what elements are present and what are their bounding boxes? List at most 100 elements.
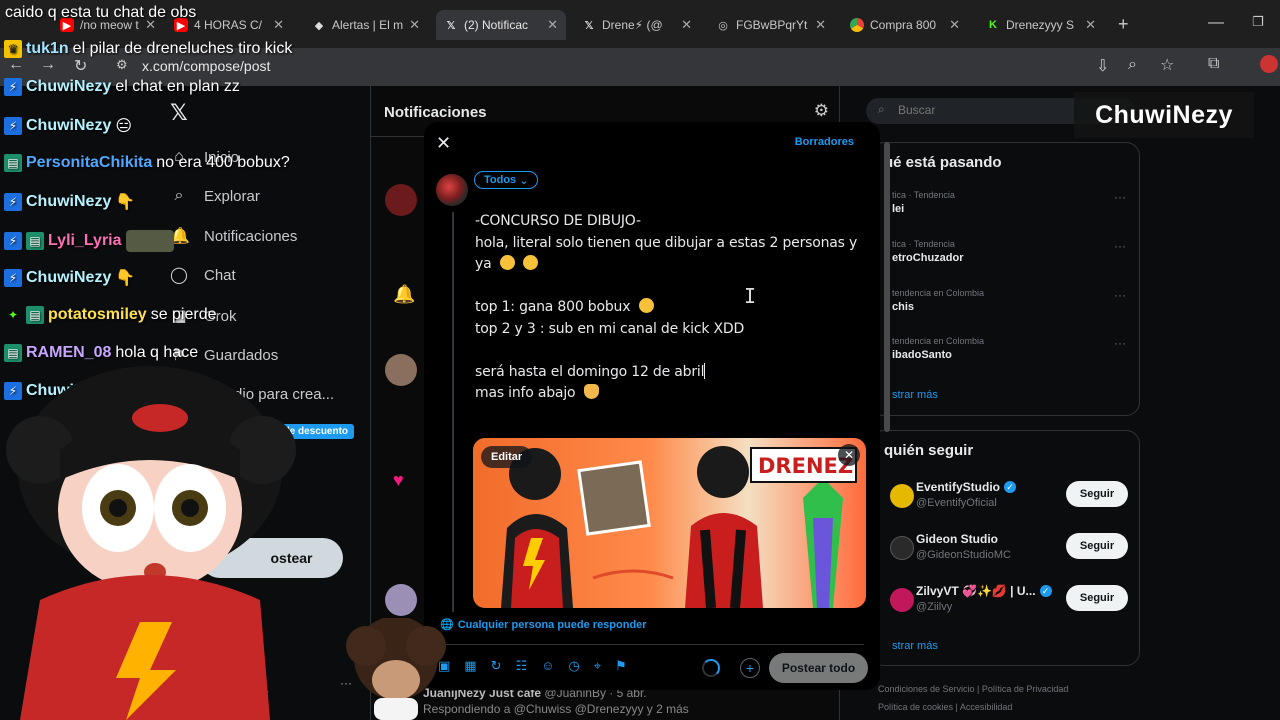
remove-media-icon[interactable]: ✕: [838, 444, 860, 466]
follow-button[interactable]: Seguir: [1066, 533, 1128, 559]
close-icon[interactable]: ✕: [1085, 17, 1096, 33]
follow-button[interactable]: Seguir: [1066, 585, 1128, 611]
chat-message: ▤ PersonitaChikita no era 400 bobux?: [4, 154, 290, 172]
drafts-button[interactable]: Borradores: [795, 136, 854, 148]
browser-tab[interactable]: 𝕏 Drene⚡ (@ ✕: [574, 10, 700, 40]
search-icon: ⌕: [878, 102, 885, 116]
close-icon[interactable]: ✕: [949, 17, 960, 33]
mod-badge-icon: ▤: [4, 154, 22, 172]
close-icon[interactable]: ✕: [547, 17, 558, 33]
post-textarea[interactable]: -CONCURSO DE DIBUJO- hola, literal solo …: [475, 211, 867, 405]
chat-top-message: caido q esta tu chat de obs: [5, 4, 197, 21]
location-icon[interactable]: ⌖: [594, 658, 601, 674]
avatar[interactable]: [890, 484, 914, 508]
more-icon[interactable]: ···: [1114, 190, 1126, 204]
follow-button[interactable]: Seguir: [1066, 481, 1128, 507]
chat-text: el chat en plan zz: [115, 78, 240, 95]
streamer-name-label: ChuwiNezy: [1074, 92, 1254, 138]
browser-tab-active[interactable]: 𝕏 (2) Notificac ✕: [436, 10, 566, 40]
post-line-text: top 1: gana 800 bobux: [475, 299, 631, 315]
maximize-icon[interactable]: ❐: [1252, 14, 1264, 30]
trend-item[interactable]: tica · Tendencia lei: [892, 190, 955, 215]
post-all-button[interactable]: Postear todo: [769, 653, 868, 683]
more-icon[interactable]: ···: [1114, 336, 1126, 350]
kick-icon: K: [989, 19, 997, 31]
show-more-link[interactable]: strar más: [892, 640, 938, 652]
post-line-text: será hasta el domingo 12 de abril: [475, 363, 705, 380]
poll-icon[interactable]: ☷: [516, 658, 528, 674]
minimize-icon[interactable]: —: [1208, 14, 1224, 32]
tweet-reply-context: Respondiendo a @Chuwiss @Drenezyyy y 2 m…: [423, 702, 689, 716]
trend-meta: tica · Tendencia: [892, 239, 955, 249]
kick-badge-icon: ⚡: [4, 269, 22, 287]
gif-icon[interactable]: ▦: [464, 658, 476, 674]
footer-links[interactable]: Condiciones de Servicio | Política de Pr…: [878, 684, 1068, 694]
extensions-icon[interactable]: ⧉: [1208, 55, 1219, 73]
browser-tab[interactable]: K Drenezyyy S ✕: [978, 10, 1104, 40]
add-post-button[interactable]: +: [740, 658, 760, 678]
kick-badge-icon: ⚡: [4, 78, 22, 96]
footer-links[interactable]: Política de cookies | Accesibilidad: [878, 702, 1012, 712]
browser-tab[interactable]: Compra 800 ✕: [842, 10, 968, 40]
thread-line: [452, 212, 454, 612]
chat-message: ⚡ ChuwiNezy 👇: [4, 192, 135, 212]
zoom-icon[interactable]: ⌕: [1128, 56, 1137, 74]
user-name: EventifyStudio: [916, 480, 1001, 494]
avatar[interactable]: [890, 588, 914, 612]
kick-badge-icon: ⚡: [4, 117, 22, 135]
search-placeholder: Buscar: [898, 103, 936, 117]
more-icon[interactable]: ···: [1114, 288, 1126, 302]
audience-label: Todos: [484, 174, 517, 186]
trend-meta: tendencia en Colombia: [892, 336, 985, 346]
post-line: mas info abajo: [475, 383, 867, 405]
composer-toolbar: ▣ ▦ ↻ ☷ ☺ ◷ ⌖ ⚑: [438, 658, 627, 674]
follow-suggestion[interactable]: ZilvyVT 💞✨💋 | U... ✓ @Ziilvy: [916, 584, 1052, 613]
audience-selector[interactable]: Todos ⌄: [474, 171, 539, 189]
grok-icon[interactable]: ↻: [491, 658, 502, 674]
close-icon[interactable]: ✕: [815, 17, 826, 33]
install-app-icon[interactable]: ⇩: [1096, 56, 1109, 76]
tab-label: Compra 800: [870, 18, 937, 32]
scrollbar[interactable]: [884, 142, 890, 432]
trend-item[interactable]: tendencia en Colombia ibadoSanto: [892, 336, 984, 361]
schedule-icon[interactable]: ◷: [568, 658, 579, 674]
user-handle: @GideonStudioMC: [916, 549, 1011, 561]
profile-avatar[interactable]: [1260, 55, 1278, 73]
point-down-emoji-icon: [583, 384, 599, 399]
reply-setting-label: Cualquier persona puede responder: [457, 618, 647, 631]
trend-item[interactable]: tendencia en Colombia chis: [892, 288, 984, 313]
browser-tab[interactable]: ◎ FGBwBPqrYt ✕: [708, 10, 834, 40]
bell-icon: 🔔: [393, 284, 416, 304]
verified-icon: ✓: [1039, 585, 1052, 597]
trend-item[interactable]: tica · Tendencia etroChuzador: [892, 239, 964, 264]
edit-media-button[interactable]: Editar: [481, 446, 533, 468]
bookmark-star-icon[interactable]: ☆: [1160, 55, 1174, 75]
avatar: [436, 174, 468, 206]
follow-suggestion[interactable]: Gideon Studio @GideonStudioMC: [916, 532, 1011, 561]
close-icon[interactable]: ✕: [409, 17, 420, 33]
x-logo-icon: 𝕏: [584, 19, 594, 32]
chat-message: ⚡ ▤ Lyli_Lyria: [4, 230, 174, 252]
chevron-down-icon: ⌄: [519, 174, 529, 187]
post-line: top 2 y 3 : sub en mi canal de kick XDD: [475, 320, 745, 337]
chat-emote-image: [125, 230, 174, 252]
chat-text: 👇: [115, 270, 136, 287]
user-name: Gideon Studio: [916, 532, 998, 546]
follow-suggestion[interactable]: EventifyStudio ✓ @EventifyOficial: [916, 480, 1017, 509]
chat-username: Lyli_Lyria: [48, 232, 122, 249]
attached-image[interactable]: DRENEZ Editar ✕: [473, 438, 866, 608]
close-icon[interactable]: ✕: [436, 133, 451, 154]
post-line: será hasta el domingo 12 de abril: [475, 362, 867, 384]
show-more-link[interactable]: strar más: [892, 389, 938, 401]
reply-setting-button[interactable]: 🌐 Cualquier persona puede responder: [440, 618, 647, 632]
more-icon[interactable]: ···: [1114, 239, 1126, 253]
close-icon[interactable]: ✕: [681, 17, 692, 33]
flag-icon[interactable]: ⚑: [615, 658, 627, 674]
new-tab-icon[interactable]: +: [1118, 14, 1129, 35]
gear-icon[interactable]: ⚙: [814, 101, 829, 121]
x-logo-icon: 𝕏: [446, 19, 456, 32]
emoji-icon[interactable]: ☺: [541, 658, 554, 674]
trend-name: lei: [892, 203, 905, 215]
avatar[interactable]: [890, 536, 914, 560]
